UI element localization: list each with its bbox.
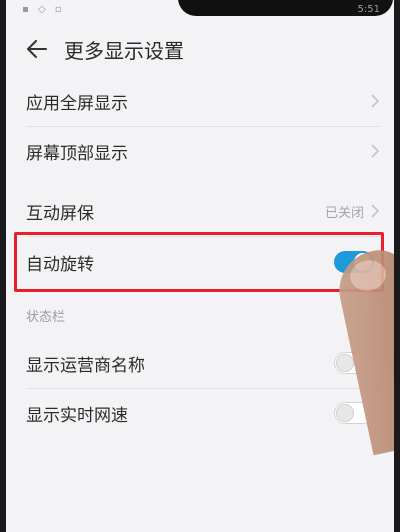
carrier-name-label: 显示运营商名称: [26, 355, 145, 376]
chevron-right-icon: [371, 204, 380, 218]
header: 更多显示设置: [6, 30, 394, 68]
screensaver-item[interactable]: 互动屏保 已关闭: [6, 186, 394, 236]
chevron-right-icon: [371, 144, 380, 158]
page-title: 更多显示设置: [64, 38, 184, 63]
status-icons: ▪ ◇ ▫: [22, 4, 65, 15]
fingernail: [347, 257, 389, 294]
top-display-label: 屏幕顶部显示: [26, 143, 128, 164]
network-speed-item[interactable]: 显示实时网速: [6, 388, 394, 438]
screensaver-status: 已关闭: [324, 205, 364, 221]
back-arrow-icon[interactable]: [20, 32, 54, 66]
phone-screen: ▪ ◇ ▫ 5:51 更多显示设置 应用全屏显示 屏幕顶部显示 互动屏保 已关闭…: [6, 0, 394, 532]
fullscreen-display-item[interactable]: 应用全屏显示: [6, 76, 394, 126]
screensaver-label: 互动屏保: [26, 203, 94, 224]
status-time: 5:51: [357, 4, 380, 15]
fullscreen-display-label: 应用全屏显示: [26, 93, 128, 114]
toggle-knob: [336, 404, 354, 422]
status-bar: ▪ ◇ ▫ 5:51: [6, 0, 394, 22]
network-speed-label: 显示实时网速: [26, 405, 128, 426]
top-display-item[interactable]: 屏幕顶部显示: [6, 126, 394, 176]
status-bar-section-title: 状态栏: [26, 310, 66, 325]
highlight-annotation-box: [14, 232, 384, 292]
toggle-knob: [336, 354, 354, 372]
carrier-name-item[interactable]: 显示运营商名称: [6, 338, 394, 388]
chevron-right-icon: [371, 94, 380, 108]
